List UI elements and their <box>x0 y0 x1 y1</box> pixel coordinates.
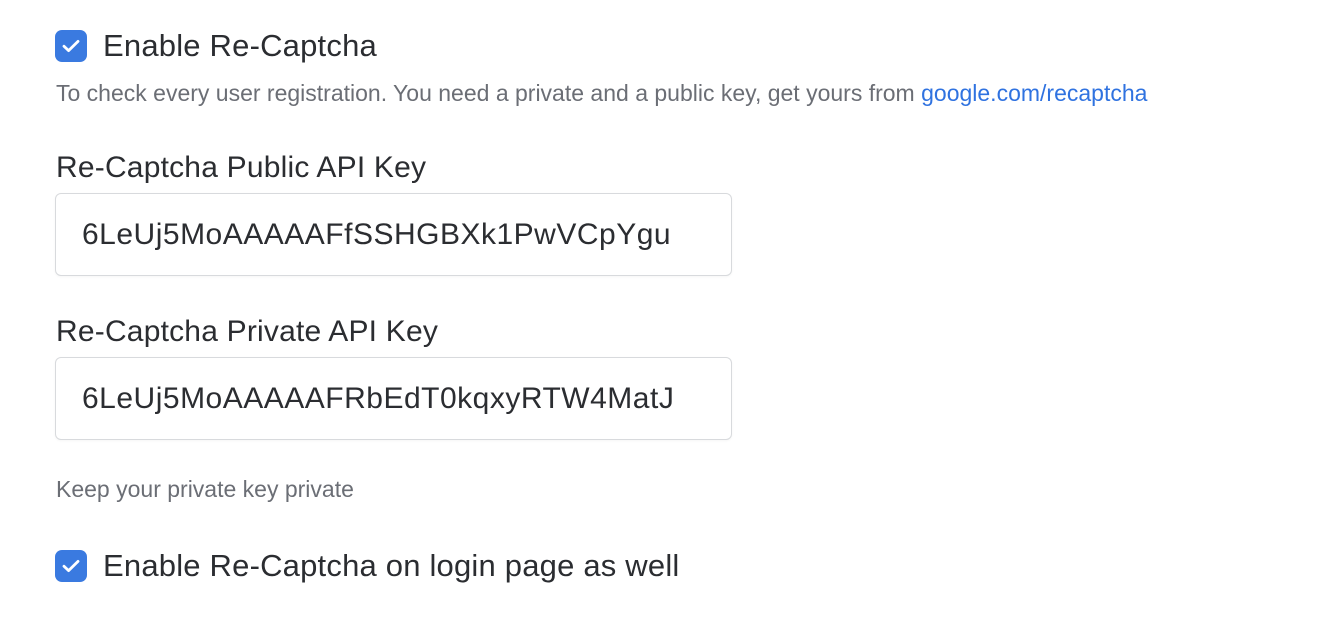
private-key-field-wrapper <box>55 357 732 440</box>
public-key-label: Re-Captcha Public API Key <box>56 151 427 184</box>
private-key-input[interactable] <box>56 358 731 439</box>
recaptcha-help-body: To check every user registration. You ne… <box>56 80 922 106</box>
recaptcha-link[interactable]: google.com/recaptcha <box>921 80 1147 106</box>
recaptcha-help-text: To check every user registration. You ne… <box>56 80 1147 107</box>
public-key-field-wrapper <box>55 193 732 276</box>
login-recaptcha-checkbox[interactable] <box>55 550 87 582</box>
login-recaptcha-label[interactable]: Enable Re-Captcha on login page as well <box>103 548 680 584</box>
checkmark-icon <box>62 40 80 52</box>
enable-recaptcha-row[interactable]: Enable Re-Captcha <box>55 28 377 64</box>
login-recaptcha-row[interactable]: Enable Re-Captcha on login page as well <box>55 548 680 584</box>
enable-recaptcha-checkbox[interactable] <box>55 30 87 62</box>
enable-recaptcha-label[interactable]: Enable Re-Captcha <box>103 28 377 64</box>
private-key-label: Re-Captcha Private API Key <box>56 315 439 348</box>
private-key-help: Keep your private key private <box>56 476 354 502</box>
public-key-input[interactable] <box>56 194 731 275</box>
checkmark-icon <box>62 560 80 572</box>
